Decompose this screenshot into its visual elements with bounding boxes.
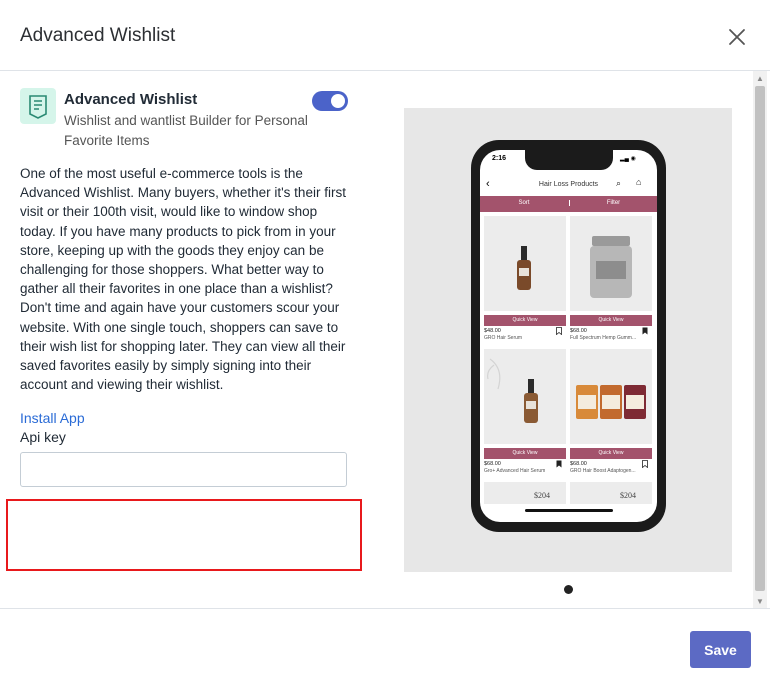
quick-view-button: Quick View (570, 448, 652, 459)
phone-filter-label: Filter (569, 200, 657, 206)
wishlist-badge-icon (29, 95, 47, 119)
bookmark-outline-icon (556, 327, 562, 335)
search-icon: ⌕ (616, 178, 622, 188)
quick-view-button: Quick View (484, 315, 566, 326)
app-enabled-toggle[interactable] (312, 91, 348, 111)
phone-navbar: ‹ Hair Loss Products ⌕ ⌂ (480, 174, 657, 196)
highlight-box (6, 499, 362, 571)
product-name: Gro+ Advanced Hair Serum (484, 468, 546, 474)
phone-notch (525, 150, 613, 170)
install-app-link[interactable]: Install App (20, 410, 85, 426)
quick-view-button: Quick View (484, 448, 566, 459)
product-name: GRO Hair Boost Adaptogen... (570, 468, 636, 474)
app-name: Advanced Wishlist (64, 91, 198, 108)
product-price: $48.00 (484, 328, 501, 334)
phone-status-icons: ▂▄ ◉ (620, 156, 636, 162)
product-image (484, 349, 566, 444)
close-icon (729, 29, 745, 45)
quick-view-button: Quick View (570, 315, 652, 326)
product-price: $68.00 (484, 461, 501, 467)
app-icon (20, 88, 56, 124)
phone-time: 2:16 (492, 155, 507, 162)
home-indicator (525, 509, 613, 512)
bookmark-filled-icon (556, 460, 562, 468)
product-image (484, 482, 566, 504)
product-name: Full Spectrum Hemp Gumm... (570, 335, 637, 341)
close-button[interactable] (724, 24, 750, 50)
product-image (484, 216, 566, 311)
save-button[interactable]: Save (690, 631, 751, 668)
modal-header: Advanced Wishlist (0, 0, 770, 71)
modal-footer: Save (0, 608, 770, 686)
bookmark-filled-icon (642, 327, 648, 335)
app-subtitle: Wishlist and wantlist Builder for Person… (64, 113, 308, 148)
api-key-label: Api key (20, 429, 66, 445)
bag-icon: ⌂ (636, 177, 642, 187)
scroll-down-arrow-icon[interactable]: ▼ (753, 594, 767, 608)
app-description: One of the most useful e-commerce tools … (20, 166, 346, 393)
carousel-dot-active[interactable] (564, 585, 573, 594)
modal-title: Advanced Wishlist (20, 25, 176, 46)
vertical-scrollbar[interactable]: ▲ ▼ (753, 71, 767, 608)
product-image (570, 349, 652, 444)
toggle-knob (331, 94, 345, 108)
api-key-input[interactable] (20, 452, 347, 487)
phone-screen: 2:16 ▂▄ ◉ ‹ Hair Loss Products ⌕ ⌂ Sort … (480, 150, 657, 522)
phone-nav-title: Hair Loss Products (538, 181, 599, 188)
modal-body: Advanced Wishlist Wishlist and wantlist … (0, 71, 770, 608)
product-name: GRO Hair Serum (484, 335, 523, 341)
product-image (570, 216, 652, 311)
scroll-thumb[interactable] (755, 86, 765, 591)
bookmark-outline-icon (642, 460, 648, 468)
product-price-overlay: $204 (620, 491, 636, 500)
app-preview-image: 2:16 ▂▄ ◉ ‹ Hair Loss Products ⌕ ⌂ Sort … (404, 108, 732, 572)
app-settings-modal: Advanced Wishlist Advanced Wishlist Wish… (0, 0, 770, 686)
phone-sort-label: Sort (518, 200, 530, 206)
phone-sort-filter-bar: Sort Filter (480, 196, 657, 212)
product-price: $68.00 (570, 461, 587, 467)
product-image (570, 482, 652, 504)
phone-mockup: 2:16 ▂▄ ◉ ‹ Hair Loss Products ⌕ ⌂ Sort … (471, 140, 666, 532)
product-price-overlay: $204 (534, 491, 550, 500)
scroll-up-arrow-icon[interactable]: ▲ (753, 71, 767, 85)
product-price: $68.00 (570, 328, 587, 334)
